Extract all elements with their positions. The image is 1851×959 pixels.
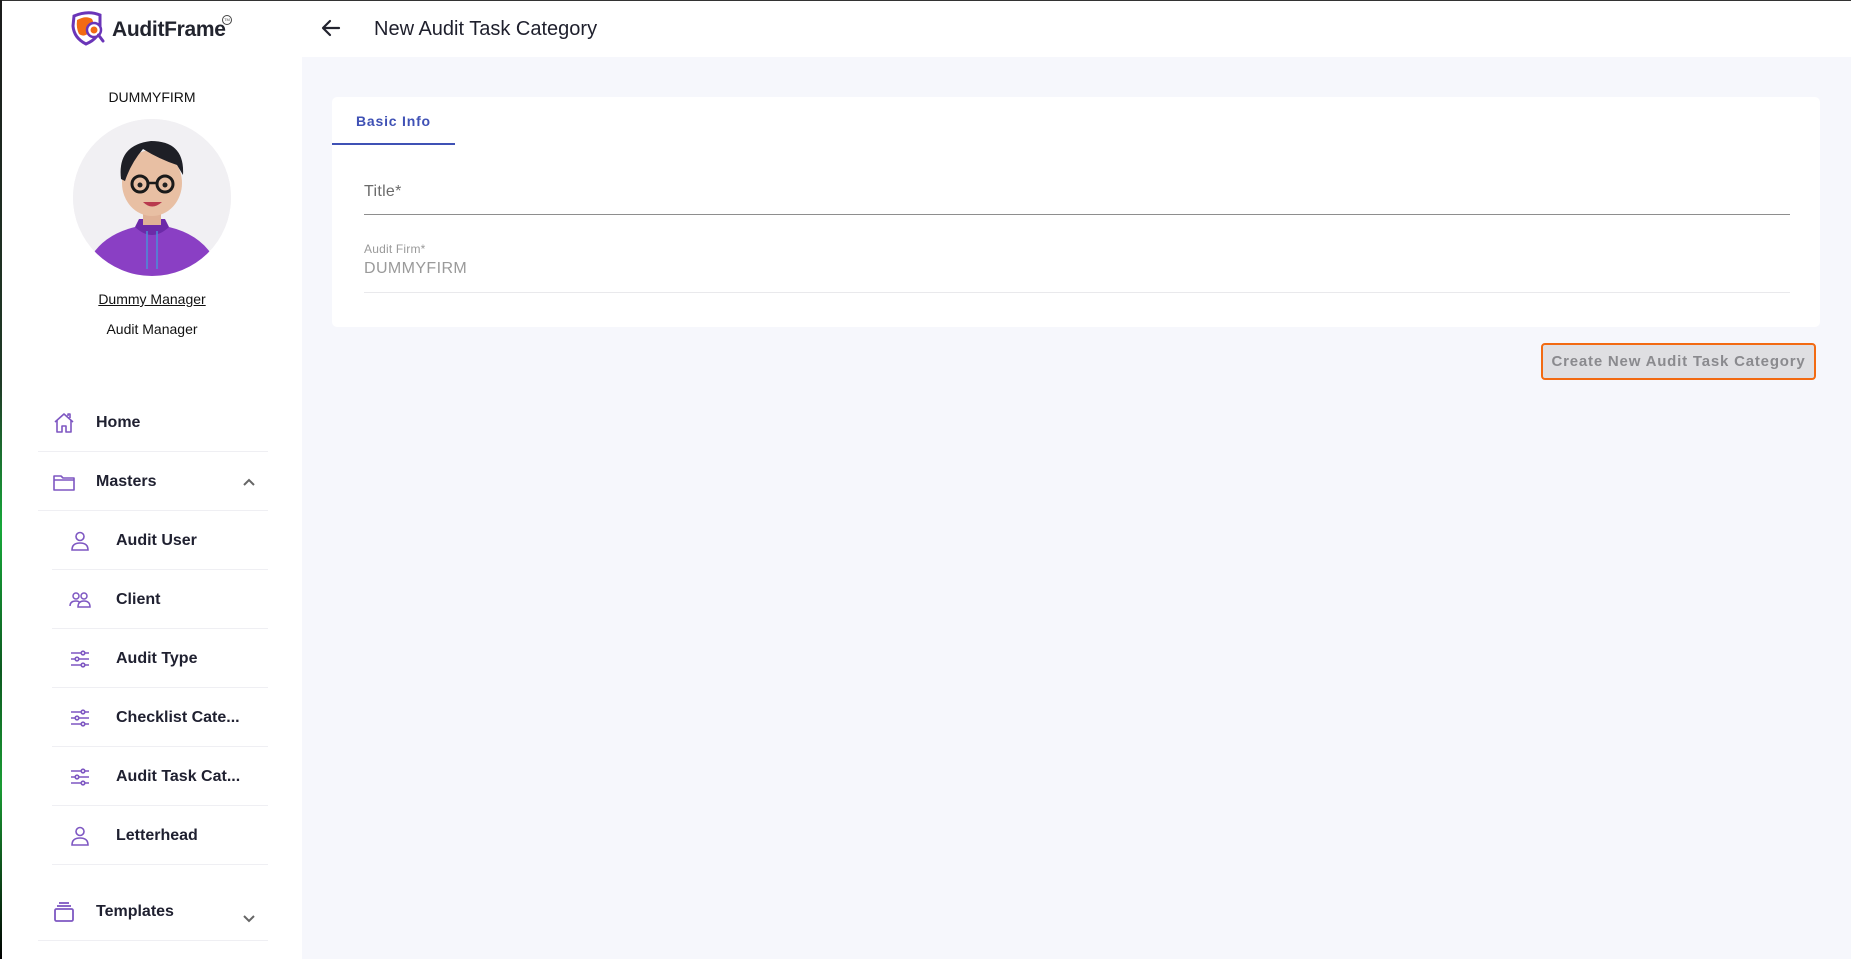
- sidebar-item-label: Templates: [96, 903, 174, 920]
- sidebar-item-letterhead[interactable]: Letterhead: [52, 807, 268, 865]
- divider: [52, 687, 268, 688]
- divider: [52, 746, 268, 747]
- brand-logo[interactable]: AuditFrame TM: [70, 10, 232, 51]
- users-icon: [68, 588, 92, 612]
- sidebar-item-masters[interactable]: Masters: [38, 453, 268, 511]
- divider: [52, 628, 268, 629]
- sidebar-item-label: Masters: [96, 473, 157, 490]
- user-icon: [68, 529, 92, 553]
- title-field[interactable]: Title*: [364, 163, 1790, 215]
- trademark-badge: TM: [222, 15, 232, 25]
- sidebar-item-checklist-category[interactable]: Checklist Cate...: [52, 689, 268, 747]
- sidebar-item-label: Home: [96, 414, 141, 431]
- chevron-down-icon[interactable]: [242, 911, 256, 925]
- sidebar-item-audit-type[interactable]: Audit Type: [52, 630, 268, 688]
- sidebar-item-audit-user[interactable]: Audit User: [52, 512, 268, 570]
- audit-firm-field: Audit Firm* DUMMYFIRM: [364, 239, 1790, 293]
- sidebar-item-home[interactable]: Home: [38, 394, 268, 452]
- audit-firm-label: Audit Firm*: [364, 242, 426, 256]
- tab-label: Basic Info: [356, 113, 431, 129]
- chevron-up-icon[interactable]: [242, 475, 256, 489]
- sliders-icon: [68, 647, 92, 671]
- top-header: New Audit Task Category: [302, 1, 1851, 57]
- desktop-edge: [0, 0, 2, 959]
- divider: [38, 451, 268, 452]
- avatar[interactable]: [73, 119, 231, 276]
- firm-name: DUMMYFIRM: [108, 89, 196, 105]
- sliders-icon: [68, 706, 92, 730]
- user-name-link[interactable]: Dummy Manager: [2, 291, 302, 307]
- sidebar-item-templates[interactable]: Templates: [38, 883, 268, 941]
- sliders-icon: [68, 765, 92, 789]
- back-button[interactable]: [318, 17, 344, 43]
- home-icon: [52, 411, 76, 435]
- main-content: Basic Info Title* Audit Firm* DUMMYFIRM …: [302, 57, 1851, 959]
- sidebar-item-label: Audit Type: [116, 650, 198, 667]
- sidebar-item-label: Checklist Cate...: [116, 709, 240, 726]
- brand-name: AuditFrame: [112, 18, 226, 41]
- sidebar-item-label: Audit User: [116, 532, 197, 549]
- arrow-left-icon: [320, 17, 342, 44]
- form-card: Basic Info Title* Audit Firm* DUMMYFIRM: [332, 97, 1820, 327]
- stack-icon: [52, 900, 76, 924]
- divider: [38, 940, 268, 941]
- sidebar-item-client[interactable]: Client: [52, 571, 268, 629]
- divider: [52, 805, 268, 806]
- page-title: New Audit Task Category: [374, 18, 598, 40]
- sidebar-item-audit-task-category[interactable]: Audit Task Cat...: [52, 748, 268, 806]
- divider: [52, 864, 268, 865]
- user-icon: [68, 824, 92, 848]
- create-audit-task-category-button[interactable]: Create New Audit Task Category: [1541, 343, 1816, 380]
- title-input[interactable]: [364, 179, 1790, 209]
- window-top-border: [0, 0, 1851, 1]
- folder-icon: [52, 470, 76, 494]
- auditframe-logo-icon: [70, 10, 110, 51]
- audit-firm-value: DUMMYFIRM: [364, 260, 468, 277]
- sidebar-item-label: Letterhead: [116, 827, 198, 844]
- sidebar-item-label: Client: [116, 591, 161, 608]
- divider: [52, 569, 268, 570]
- sidebar-item-label: Audit Task Cat...: [116, 768, 241, 785]
- avatar-illustration: [73, 119, 231, 276]
- sidebar: AuditFrame TM DUMMYFIRM Dummy Manager Au…: [2, 1, 302, 959]
- user-role: Audit Manager: [106, 321, 198, 337]
- tab-basic-info[interactable]: Basic Info: [332, 97, 455, 145]
- divider: [38, 510, 268, 511]
